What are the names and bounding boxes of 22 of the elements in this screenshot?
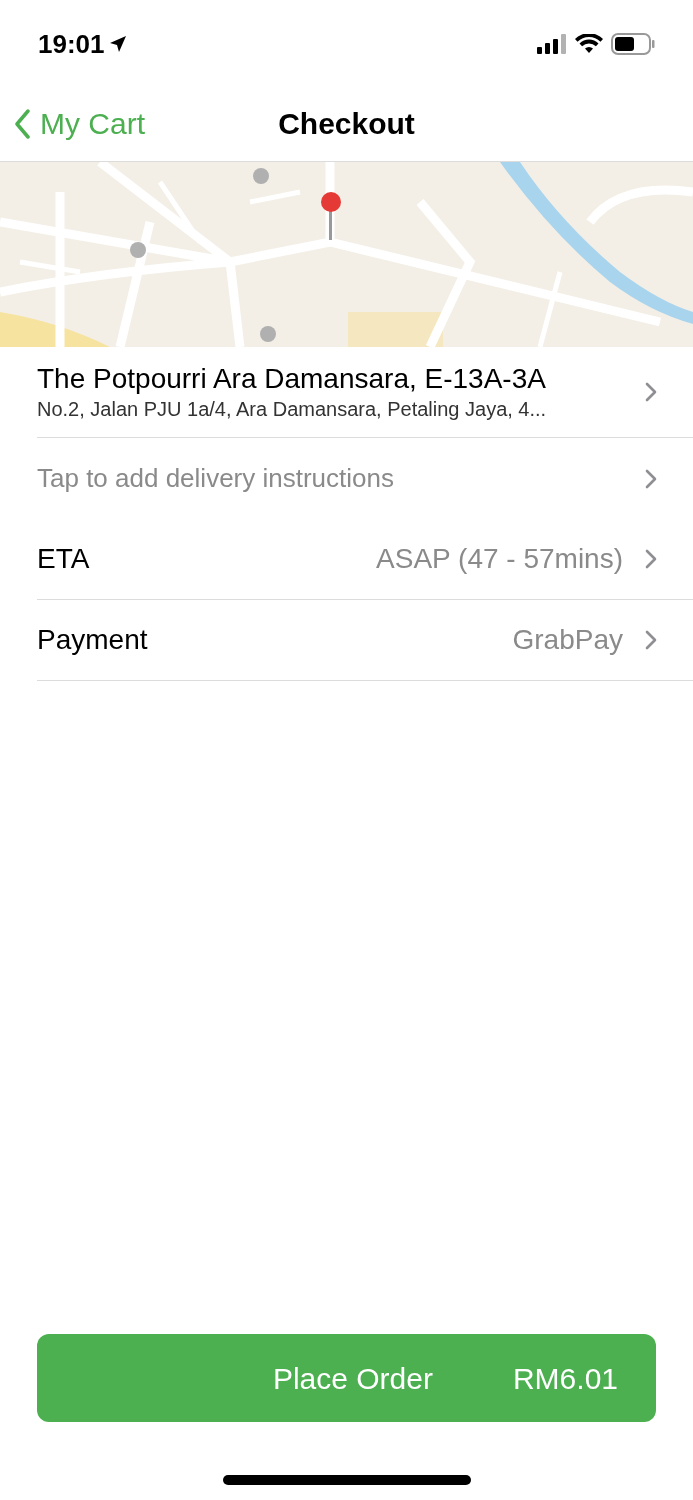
instructions-hint: Tap to add delivery instructions bbox=[37, 462, 394, 495]
battery-icon bbox=[611, 33, 655, 55]
row-label: Payment bbox=[37, 623, 148, 657]
back-chevron-icon bbox=[14, 108, 30, 139]
address-detail: No.2, Jalan PJU 1a/4, Ara Damansara, Petaling Jaya, 4... bbox=[37, 397, 547, 422]
row-value: GrabPay bbox=[512, 623, 623, 657]
chevron-right-icon bbox=[645, 382, 657, 402]
status-time: 19:01 bbox=[38, 27, 105, 61]
row-label: ETA bbox=[37, 542, 90, 576]
location-arrow-icon bbox=[108, 35, 127, 53]
address-title: The Potpourri Ara Damansara, E-13A-3A bbox=[37, 362, 547, 396]
list-row[interactable]: ETA ASAP (47 - 57mins) bbox=[37, 519, 693, 600]
signal-icon bbox=[537, 34, 567, 54]
chevron-right-icon bbox=[645, 468, 657, 489]
address-row[interactable]: The Potpourri Ara Damansara, E-13A-3A No.2, Jalan PJU 1a/4, Ara Damansara, Petaling Jaya, 4... bbox=[37, 347, 693, 438]
wifi-icon bbox=[575, 34, 603, 54]
chevron-right-icon bbox=[645, 549, 657, 569]
chevron-right-icon bbox=[645, 630, 657, 650]
screen-title: Checkout bbox=[278, 106, 415, 142]
list-row[interactable]: Payment GrabPay bbox=[37, 600, 693, 681]
row-value: ASAP (47 - 57mins) bbox=[376, 542, 623, 576]
home-indicator[interactable] bbox=[223, 1475, 471, 1485]
